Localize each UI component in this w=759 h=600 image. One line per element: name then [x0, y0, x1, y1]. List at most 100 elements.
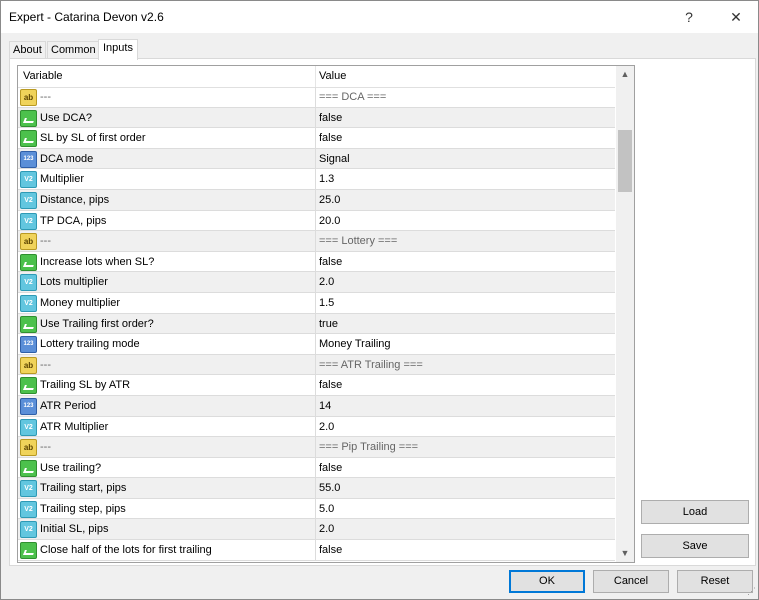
variable-value[interactable]: 55.0: [319, 482, 340, 494]
window-title: Expert - Catarina Devon v2.6: [9, 10, 164, 24]
table-row[interactable]: V2 Trailing start, pips 55.0: [18, 478, 615, 499]
variable-name: Initial SL, pips: [40, 523, 109, 536]
close-icon[interactable]: ✕: [714, 1, 758, 33]
table-row[interactable]: Use DCA? false: [18, 107, 615, 129]
variable-name: Use DCA?: [40, 111, 92, 124]
cancel-button[interactable]: Cancel: [593, 570, 669, 593]
string-type-icon: ab: [20, 89, 37, 106]
variable-value[interactable]: 1.5: [319, 297, 334, 309]
variable-value[interactable]: 2.0: [319, 421, 334, 433]
table-row[interactable]: 123 Lottery trailing mode Money Trailing: [18, 334, 615, 355]
variable-value[interactable]: === Lottery ===: [319, 235, 397, 247]
variable-name: Multiplier: [40, 173, 85, 186]
help-icon[interactable]: ?: [667, 1, 711, 33]
table-row[interactable]: Increase lots when SL? false: [18, 251, 615, 273]
cell-divider: [315, 498, 316, 519]
string-type-icon: ab: [20, 356, 37, 374]
variable-name: Close half of the lots for first trailin…: [40, 544, 212, 557]
table-row[interactable]: V2 Multiplier 1.3: [18, 169, 615, 190]
table-row[interactable]: V2 TP DCA, pips 20.0: [18, 210, 615, 232]
cell-divider: [315, 292, 316, 313]
inputs-panel: Variable Value ab --- === DCA === Use DCA? f…: [9, 58, 756, 566]
variable-value[interactable]: false: [319, 544, 342, 556]
cell-divider: [315, 375, 316, 395]
table-row[interactable]: V2 Lots multiplier 2.0: [18, 272, 615, 293]
string-type-icon: ab: [20, 439, 37, 457]
cell-divider: [315, 354, 316, 375]
variable-name: DCA mode: [40, 152, 94, 165]
table-row[interactable]: V2 Distance, pips 25.0: [18, 189, 615, 211]
variable-value[interactable]: true: [319, 318, 338, 330]
load-button[interactable]: Load: [641, 500, 749, 524]
variable-value[interactable]: 2.0: [319, 523, 334, 535]
variable-name: ---: [40, 358, 51, 371]
table-row[interactable]: ab --- === ATR Trailing ===: [18, 354, 615, 376]
variable-value[interactable]: false: [319, 132, 342, 144]
reset-button[interactable]: Reset: [677, 570, 753, 593]
variable-value[interactable]: === ATR Trailing ===: [319, 359, 423, 371]
save-button[interactable]: Save: [641, 534, 749, 558]
table-row[interactable]: Trailing SL by ATR false: [18, 375, 615, 396]
scroll-up-icon[interactable]: ▲: [616, 66, 634, 83]
cell-divider: [315, 416, 316, 437]
string-type-icon: ab: [20, 233, 37, 251]
double-type-icon: V2: [20, 212, 37, 230]
variable-name: ATR Multiplier: [40, 420, 109, 433]
double-type-icon: V2: [20, 294, 37, 312]
table-row[interactable]: Use Trailing first order? true: [18, 313, 615, 335]
variable-value[interactable]: false: [319, 379, 342, 391]
cell-divider: [315, 210, 316, 231]
scroll-thumb[interactable]: [618, 130, 632, 192]
tab-inputs[interactable]: Inputs: [98, 39, 138, 60]
variable-name: Distance, pips: [40, 193, 110, 206]
variable-value[interactable]: === DCA ===: [319, 91, 386, 103]
variable-name: Trailing SL by ATR: [40, 379, 131, 392]
variable-name: TP DCA, pips: [40, 214, 107, 227]
variable-name: Trailing start, pips: [40, 482, 127, 495]
table-row[interactable]: V2 Trailing step, pips 5.0: [18, 498, 615, 520]
table-row[interactable]: SL by SL of first order false: [18, 128, 615, 149]
variable-name: Lots multiplier: [40, 276, 108, 289]
table-row[interactable]: ab --- === DCA ===: [18, 87, 615, 108]
variable-value[interactable]: 20.0: [319, 215, 340, 227]
ok-button[interactable]: OK: [509, 570, 585, 593]
variable-value[interactable]: === Pip Trailing ===: [319, 441, 418, 453]
integer-type-icon: 123: [20, 397, 37, 415]
table-row[interactable]: ab --- === Pip Trailing ===: [18, 437, 615, 458]
column-divider[interactable]: [315, 66, 316, 87]
integer-type-icon: 123: [20, 150, 37, 168]
resize-grip-icon[interactable]: ⋰: [747, 586, 756, 597]
double-type-icon: V2: [20, 500, 37, 518]
table-row[interactable]: V2 Money multiplier 1.5: [18, 292, 615, 314]
variable-value[interactable]: false: [319, 462, 342, 474]
table-row[interactable]: V2 ATR Multiplier 2.0: [18, 416, 615, 438]
variable-value[interactable]: 5.0: [319, 503, 334, 515]
cell-divider: [315, 128, 316, 148]
column-header-value[interactable]: Value: [319, 70, 346, 82]
cell-divider: [315, 107, 316, 128]
column-header-variable[interactable]: Variable: [23, 70, 63, 82]
tab-about[interactable]: About: [9, 41, 46, 59]
variable-value[interactable]: 14: [319, 400, 331, 412]
tab-common[interactable]: Common: [47, 41, 100, 59]
table-row[interactable]: Use trailing? false: [18, 457, 615, 479]
table-row[interactable]: ab --- === Lottery ===: [18, 231, 615, 252]
cell-divider: [315, 272, 316, 292]
variable-value[interactable]: 2.0: [319, 276, 334, 288]
variable-value[interactable]: Money Trailing: [319, 338, 391, 350]
table-row[interactable]: 123 DCA mode Signal: [18, 148, 615, 170]
variable-value[interactable]: Signal: [319, 153, 350, 165]
table-row[interactable]: 123 ATR Period 14: [18, 395, 615, 417]
double-type-icon: V2: [20, 274, 37, 292]
table-row[interactable]: V2 Initial SL, pips 2.0: [18, 519, 615, 541]
cell-divider: [315, 478, 316, 498]
vertical-scrollbar[interactable]: ▲ ▼: [616, 66, 634, 562]
table-row[interactable]: Close half of the lots for first trailin…: [18, 540, 615, 561]
variable-name: Lottery trailing mode: [40, 338, 140, 351]
variable-value[interactable]: 1.3: [319, 173, 334, 185]
variable-value[interactable]: false: [319, 256, 342, 268]
scroll-down-icon[interactable]: ▼: [616, 545, 634, 562]
variable-value[interactable]: 25.0: [319, 194, 340, 206]
cell-divider: [315, 334, 316, 354]
variable-value[interactable]: false: [319, 112, 342, 124]
